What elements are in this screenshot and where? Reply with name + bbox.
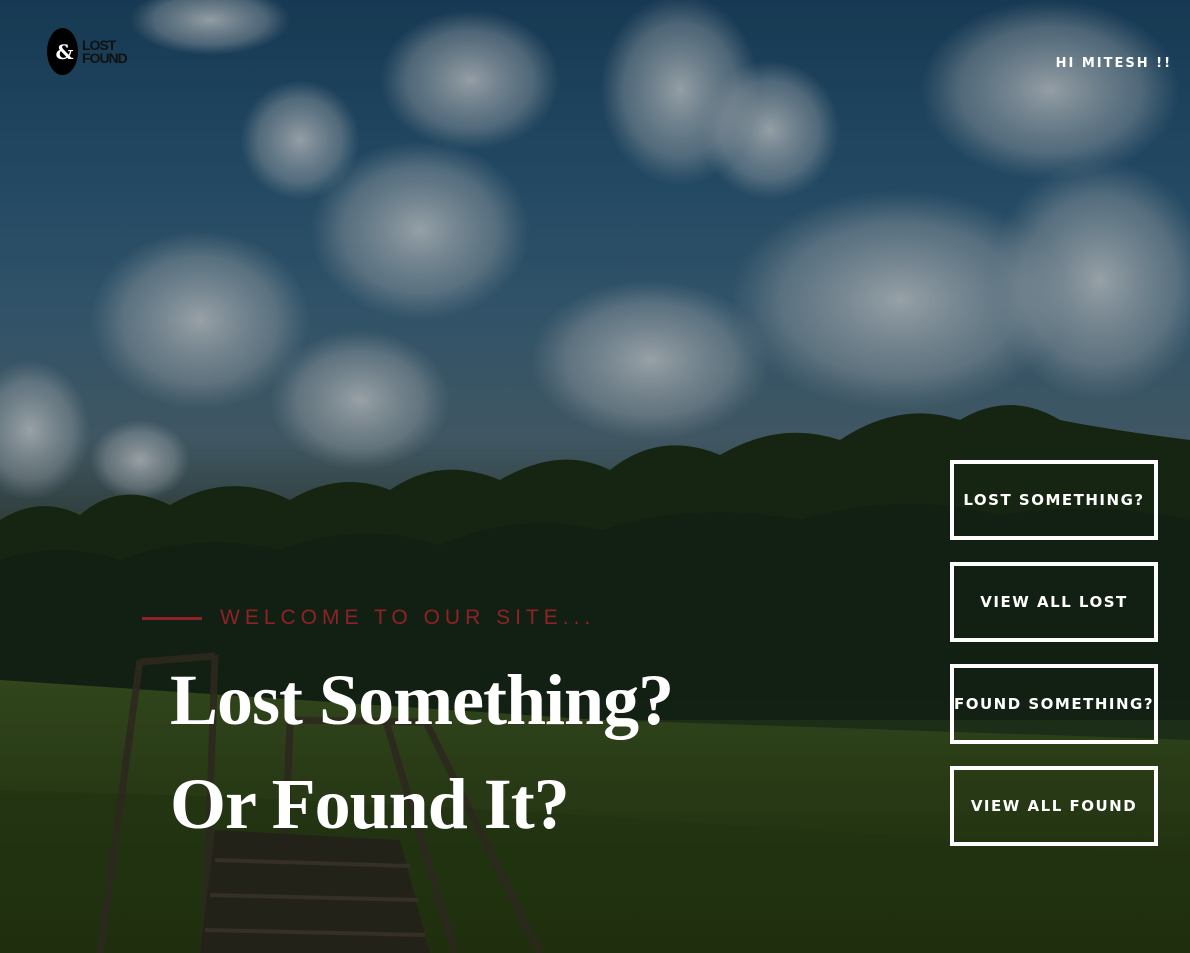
logo-line-found: FOUND: [82, 49, 128, 66]
logo-wordmark: LOST FOUND: [82, 38, 128, 66]
welcome-tagline: WELCOME TO OUR SITE...: [142, 606, 595, 630]
site-logo[interactable]: & LOST FOUND: [47, 28, 128, 75]
view-all-found-button[interactable]: VIEW ALL FOUND: [950, 766, 1158, 846]
lost-something-button[interactable]: LOST SOMETHING?: [950, 460, 1158, 540]
view-all-lost-button[interactable]: VIEW ALL LOST: [950, 562, 1158, 642]
headline-line-2: Or Found It?: [170, 764, 570, 844]
hero-headline: Lost Something? Or Found It?: [170, 648, 674, 856]
hero-section: & LOST FOUND HI MITESH !! WELCOME TO OUR…: [0, 0, 1190, 953]
headline-line-1: Lost Something?: [170, 660, 674, 740]
found-something-button[interactable]: FOUND SOMETHING?: [950, 664, 1158, 744]
welcome-accent-line: [142, 616, 202, 620]
user-greeting[interactable]: HI MITESH !!: [1056, 56, 1172, 71]
welcome-text: WELCOME TO OUR SITE...: [220, 606, 596, 629]
logo-mark-icon: &: [47, 28, 78, 75]
action-buttons: LOST SOMETHING? VIEW ALL LOST FOUND SOME…: [950, 460, 1158, 868]
